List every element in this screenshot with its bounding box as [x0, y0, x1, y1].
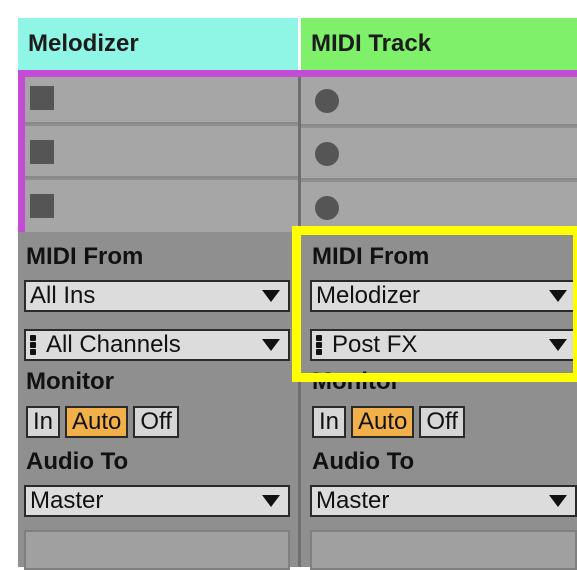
input-source-dropdown[interactable]: All Ins — [24, 280, 290, 312]
track-header-melodizer[interactable]: Melodizer — [18, 18, 298, 70]
clip-slots-midi-track — [301, 77, 577, 232]
channel-icon — [316, 334, 322, 356]
midi-from-label: MIDI From — [26, 243, 144, 270]
monitor-auto-button[interactable]: Auto — [65, 406, 129, 438]
monitor-in-button[interactable]: In — [26, 406, 61, 438]
dropdown-value: Master — [316, 487, 390, 514]
chevron-down-icon — [549, 495, 567, 507]
clip-slot[interactable] — [301, 128, 577, 180]
clip-slot[interactable] — [301, 182, 577, 232]
monitor-buttons: In Auto Off — [26, 406, 179, 440]
dropdown-value: Master — [30, 487, 104, 514]
clip-stop-icon[interactable] — [30, 140, 54, 164]
chevron-down-icon — [262, 339, 280, 351]
dropdown-value: Melodizer — [316, 282, 421, 309]
midi-from-label: MIDI From — [312, 243, 430, 270]
track-header-midi-track[interactable]: MIDI Track — [301, 18, 577, 70]
clip-slots-melodizer — [18, 72, 298, 232]
empty-slot[interactable] — [24, 530, 290, 570]
monitor-auto-button[interactable]: Auto — [351, 406, 415, 438]
clip-stop-icon[interactable] — [30, 86, 54, 110]
clip-record-icon[interactable] — [315, 142, 339, 166]
track-name: Melodizer — [28, 30, 139, 57]
chevron-down-icon — [549, 290, 567, 302]
input-channel-dropdown[interactable]: Post FX — [310, 329, 577, 361]
monitor-label: Monitor — [312, 368, 400, 395]
chevron-down-icon — [262, 290, 280, 302]
clip-record-icon[interactable] — [315, 196, 339, 220]
clip-slot[interactable] — [301, 77, 577, 126]
monitor-buttons: In Auto Off — [312, 406, 465, 440]
dropdown-value: Post FX — [332, 331, 418, 358]
clip-slot[interactable] — [18, 180, 298, 232]
clip-slot[interactable] — [18, 72, 298, 124]
audio-to-label: Audio To — [312, 448, 415, 475]
clip-record-icon[interactable] — [315, 89, 339, 113]
chevron-down-icon — [549, 339, 567, 351]
output-dropdown[interactable]: Master — [24, 485, 290, 517]
clip-slot[interactable] — [18, 126, 298, 178]
clip-stop-icon[interactable] — [30, 194, 54, 218]
chevron-down-icon — [262, 495, 280, 507]
input-source-dropdown[interactable]: Melodizer — [310, 280, 577, 312]
audio-to-label: Audio To — [26, 448, 129, 475]
monitor-off-button[interactable]: Off — [419, 406, 465, 438]
empty-slot[interactable] — [310, 530, 577, 570]
output-dropdown[interactable]: Master — [310, 485, 577, 517]
track-name: MIDI Track — [311, 30, 432, 57]
monitor-in-button[interactable]: In — [312, 406, 347, 438]
monitor-label: Monitor — [26, 368, 114, 395]
dropdown-value: All Channels — [46, 331, 181, 358]
monitor-off-button[interactable]: Off — [133, 406, 179, 438]
dropdown-value: All Ins — [30, 282, 96, 309]
input-channel-dropdown[interactable]: All Channels — [24, 329, 290, 361]
channel-icon — [30, 334, 36, 356]
